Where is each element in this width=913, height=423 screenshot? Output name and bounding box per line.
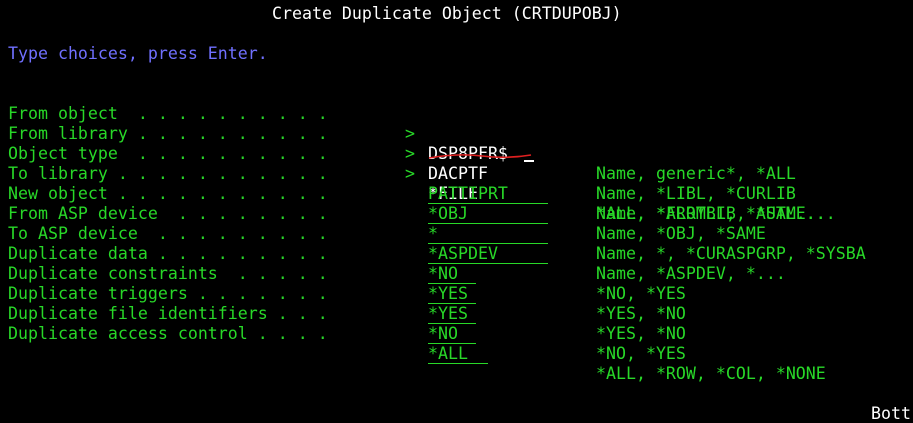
screen-title: Create Duplicate Object (CRTDUPOBJ) (272, 4, 622, 23)
field-row-object-type: Object type . . . . . . . . . . > *FILE … (0, 124, 913, 223)
field-row-duplicate-data: Duplicate data . . . . . . . . . *NO *NO… (0, 224, 913, 303)
field-row-duplicate-triggers: Duplicate triggers . . . . . . . *YES *Y… (0, 264, 913, 343)
red-underline-annotation-icon (428, 154, 532, 159)
field-row-from-library: From library . . . . . . . . . . > DACPT… (0, 104, 913, 203)
duplicate-file-identifiers-input[interactable]: *NO (428, 324, 476, 344)
more-indicator: Bott (871, 404, 911, 423)
field-label-duplicate-access-control: Duplicate access control . . . . (8, 324, 328, 343)
field-row-from-object: From object . . . . . . . . . . > DSP8PF… (0, 84, 913, 183)
field-row-from-asp-device: From ASP device . . . . . . . . * Name, … (0, 184, 913, 263)
field-hint-duplicate-triggers: *YES, *NO (596, 324, 686, 343)
field-row-to-asp-device: To ASP device . . . . . . . . . *ASPDEV … (0, 204, 913, 283)
field-row-duplicate-constraints: Duplicate constraints . . . . . *YES *YE… (0, 244, 913, 323)
field-hint-duplicate-access-control: *ALL, *ROW, *COL, *NONE (596, 364, 826, 383)
instruction-text: Type choices, press Enter. (8, 44, 268, 63)
field-row-new-object: New object . . . . . . . . . . . *OBJ Na… (0, 164, 913, 243)
field-row-duplicate-file-identifiers: Duplicate file identifiers . . . *NO *NO… (0, 284, 913, 363)
field-row-duplicate-access-control: Duplicate access control . . . . *ALL *A… (0, 304, 913, 383)
field-hint-duplicate-file-identifiers: *NO, *YES (596, 344, 686, 363)
duplicate-access-control-input[interactable]: *ALL (428, 344, 488, 364)
